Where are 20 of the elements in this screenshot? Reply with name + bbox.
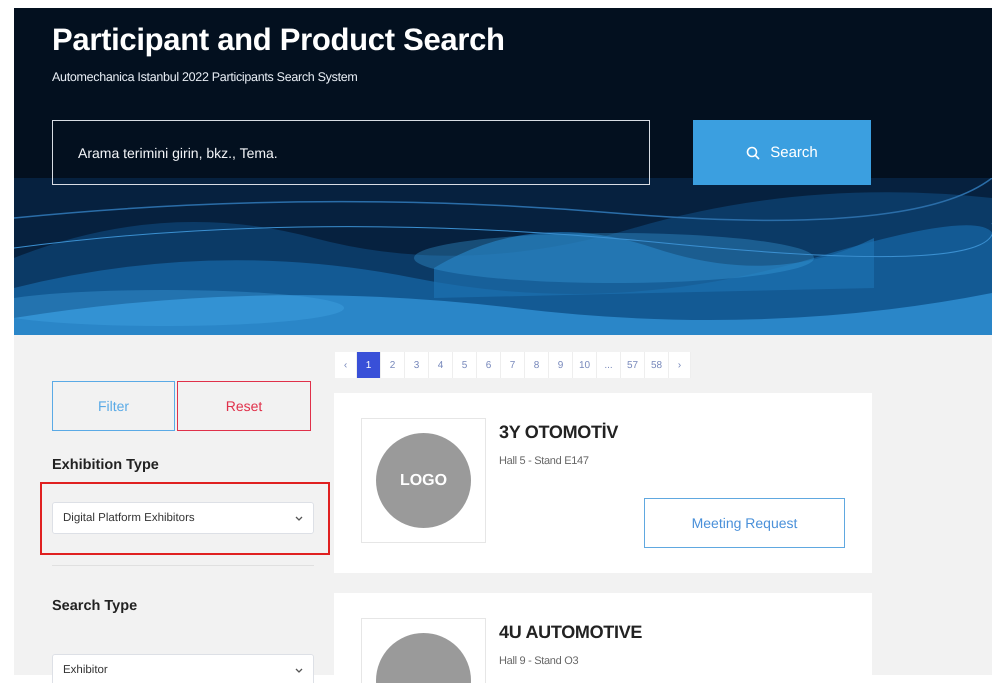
dropdown[interactable]: Exhibitor [52,654,314,683]
filter-button[interactable]: Filter [52,381,175,431]
search-icon [746,146,760,160]
filter-heading: Exhibition Type [51,457,160,473]
chevron-down-icon [295,516,303,520]
chevron-down-icon [295,668,303,672]
search-button[interactable]: Search [693,120,871,185]
logo-text: LOGO [400,472,448,490]
page-subtitle: Automechanica Istanbul 2022 Participants Search System [52,70,359,84]
filter-heading: Search Type [51,598,138,614]
dropdown[interactable]: Digital Platform Exhibitors [52,502,314,534]
search-field[interactable]: Arama terimini girin, bkz., Tema. [52,120,650,185]
page-button[interactable]: 1 [357,352,381,378]
meeting-request-button[interactable]: Meeting Request [644,498,845,548]
stand-location: Hall 5 - Stand E147 [499,455,590,467]
company-name[interactable]: 3Y OTOMOTİV [499,422,845,443]
stand-location: Hall 9 - Stand O3 [499,655,580,667]
page-title: Participant and Product Search [52,22,506,58]
company-name[interactable]: 4U AUTOMOTIVE [499,622,845,643]
reset-button[interactable]: Reset [177,381,311,431]
